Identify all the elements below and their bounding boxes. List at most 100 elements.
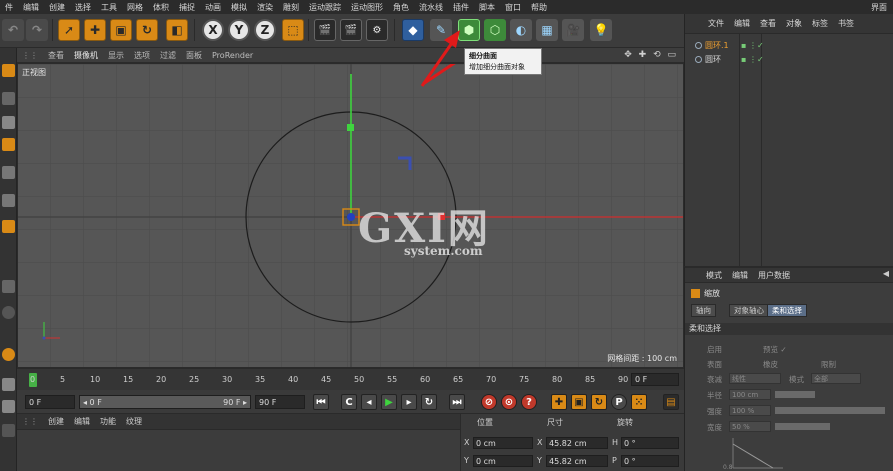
object-name[interactable]: 圆环: [705, 54, 721, 66]
timeline-ruler[interactable]: 0 5 10 15 20 25 30 35 40 45 50 55 60 65 …: [17, 368, 684, 390]
width-slider[interactable]: [775, 423, 830, 430]
menu-item-render[interactable]: 渲染: [252, 2, 278, 13]
make-editable-icon[interactable]: [2, 64, 15, 77]
material-menu-edit[interactable]: 编辑: [69, 416, 95, 427]
deformer-icon[interactable]: ◐: [510, 19, 532, 41]
material-menu-texture[interactable]: 纹理: [121, 416, 147, 427]
rot-p-field[interactable]: 0 °: [621, 455, 679, 467]
menu-item-edit[interactable]: 编辑: [18, 2, 44, 13]
viewport-menu-camera[interactable]: 摄像机: [69, 50, 103, 61]
material-menu-function[interactable]: 功能: [95, 416, 121, 427]
width-field[interactable]: 50 %: [729, 421, 771, 432]
scale-tool-icon[interactable]: ▣: [110, 19, 132, 41]
size-y-field[interactable]: 45.82 cm: [546, 455, 608, 467]
viewport-menu-prorender[interactable]: ProRender: [207, 51, 258, 60]
menu-item-plugins[interactable]: 插件: [448, 2, 474, 13]
menu-item-create[interactable]: 创建: [44, 2, 70, 13]
viewport-nav-controls[interactable]: ✥ ✚ ⟲ ▭: [624, 50, 678, 60]
am-menu-edit[interactable]: 编辑: [727, 270, 753, 281]
coordinate-system-icon[interactable]: ⬚: [282, 19, 304, 41]
next-key-icon[interactable]: ↻: [421, 394, 437, 410]
row-preview-label[interactable]: 预览 ✓: [763, 344, 787, 355]
scale-key-icon[interactable]: ▣: [571, 394, 587, 410]
row-restrict-label[interactable]: 限制: [821, 359, 836, 370]
rot-h-field[interactable]: 0 °: [621, 437, 679, 449]
tab-axis[interactable]: 轴向: [691, 304, 716, 317]
end-frame-field[interactable]: 90 F: [255, 395, 305, 409]
y-axis-lock-button[interactable]: Y: [228, 19, 250, 41]
start-frame-field[interactable]: 0 F: [25, 395, 75, 409]
last-tool-icon[interactable]: ◧: [166, 19, 188, 41]
menu-item-sculpt[interactable]: 雕刻: [278, 2, 304, 13]
light-icon[interactable]: 💡: [590, 19, 612, 41]
enable-axis-icon[interactable]: [2, 280, 15, 293]
back-arrow-icon[interactable]: ◀: [883, 269, 889, 278]
go-to-end-icon[interactable]: ⏭: [449, 394, 465, 410]
menu-item-tools[interactable]: 工具: [96, 2, 122, 13]
previous-frame-icon[interactable]: ◂: [361, 394, 377, 410]
viewport-menu-view[interactable]: 查看: [43, 50, 69, 61]
falloff-dropdown[interactable]: 线性: [729, 373, 781, 384]
viewport-menu-filter[interactable]: 过滤: [155, 50, 181, 61]
rotate-tool-icon[interactable]: ↻: [136, 19, 158, 41]
model-mode-icon[interactable]: [2, 92, 15, 105]
menu-item-window[interactable]: 窗口: [500, 2, 526, 13]
timeline-window-icon[interactable]: ▤: [663, 394, 679, 410]
render-view-icon[interactable]: 🎬: [314, 19, 336, 41]
menu-item-motion-tracking[interactable]: 运动跟踪: [304, 2, 346, 13]
next-frame-icon[interactable]: ▸: [401, 394, 417, 410]
render-picture-viewer-icon[interactable]: 🎬: [340, 19, 362, 41]
select-tool-icon[interactable]: ➚: [58, 19, 80, 41]
position-key-icon[interactable]: ✚: [551, 394, 567, 410]
camera-icon[interactable]: 🎥: [562, 19, 584, 41]
autokey-icon[interactable]: ⊙: [501, 394, 517, 410]
om-menu-tags[interactable]: 标签: [807, 18, 833, 29]
visibility-flags[interactable]: ▪ ⋮✓: [741, 54, 764, 66]
layout-label[interactable]: 界面: [871, 2, 887, 13]
snap-icon[interactable]: [2, 306, 15, 319]
object-row-torus-1[interactable]: 圆环.1 ▪ ⋮✓: [685, 40, 893, 52]
radius-field[interactable]: 100 cm: [729, 389, 771, 400]
visibility-flags[interactable]: ▪ ⋮✓: [741, 40, 764, 52]
om-menu-view[interactable]: 查看: [755, 18, 781, 29]
misc-tool-icon[interactable]: [2, 424, 15, 437]
menu-item-simulate[interactable]: 模拟: [226, 2, 252, 13]
size-x-field[interactable]: 45.82 cm: [546, 437, 608, 449]
z-axis-lock-button[interactable]: Z: [254, 19, 276, 41]
viewport-menu-display[interactable]: 显示: [103, 50, 129, 61]
menu-item-mograph[interactable]: 运动图形: [346, 2, 388, 13]
redo-icon[interactable]: ↷: [26, 19, 48, 41]
previous-key-icon[interactable]: C: [341, 394, 357, 410]
points-mode-icon[interactable]: [2, 166, 15, 179]
pos-x-field[interactable]: 0 cm: [473, 437, 533, 449]
viewport-menu-options[interactable]: 选项: [129, 50, 155, 61]
environment-icon[interactable]: ▦: [536, 19, 558, 41]
tab-object-axis[interactable]: 对象轴心: [729, 304, 769, 317]
viewport[interactable]: 正视图 网格间距 : 100 cm GXI网 system.com: [17, 63, 684, 368]
om-menu-edit[interactable]: 编辑: [729, 18, 755, 29]
om-menu-objects[interactable]: 对象: [781, 18, 807, 29]
edges-mode-icon[interactable]: [2, 194, 15, 207]
go-to-start-icon[interactable]: ⏮: [313, 394, 329, 410]
strength-field[interactable]: 100 %: [729, 405, 771, 416]
play-icon[interactable]: ▶: [381, 394, 397, 410]
texture-mode-icon[interactable]: [2, 116, 15, 129]
checker-icon[interactable]: [2, 138, 15, 151]
parameter-key-icon[interactable]: P: [611, 394, 627, 410]
menu-item-snap[interactable]: 捕捉: [174, 2, 200, 13]
undo-icon[interactable]: ↶: [2, 19, 24, 41]
menu-item-select[interactable]: 选择: [70, 2, 96, 13]
am-menu-mode[interactable]: 模式: [701, 270, 727, 281]
row-rubber-label[interactable]: 橡皮: [763, 359, 778, 370]
radius-slider[interactable]: [775, 391, 815, 398]
point-level-icon[interactable]: ⁙: [631, 394, 647, 410]
generators-icon[interactable]: ⬡: [484, 19, 506, 41]
current-frame-field[interactable]: 0 F: [631, 373, 679, 386]
om-menu-file[interactable]: 文件: [703, 18, 729, 29]
object-name[interactable]: 圆环.1: [705, 40, 729, 52]
render-settings-icon[interactable]: ⚙: [366, 19, 388, 41]
am-menu-userdata[interactable]: 用户数据: [753, 270, 795, 281]
menu-item-character[interactable]: 角色: [388, 2, 414, 13]
record-active-icon[interactable]: ⊘: [481, 394, 497, 410]
grid-icon[interactable]: [2, 400, 15, 413]
